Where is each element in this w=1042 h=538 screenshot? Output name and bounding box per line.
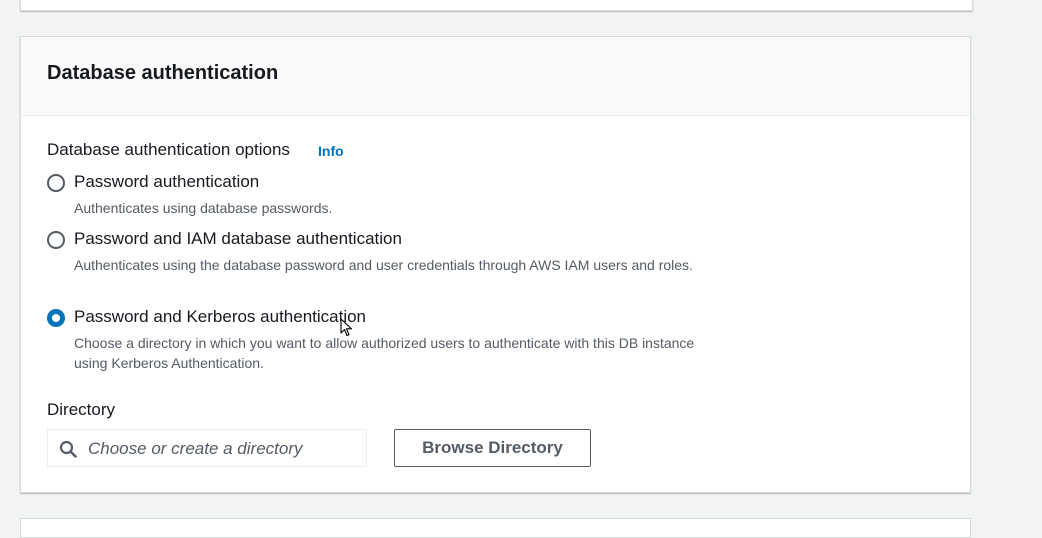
database-authentication-panel: Database authentication Database authent…	[20, 36, 971, 493]
radio-password-kerberos-description: Choose a directory in which you want to …	[74, 335, 695, 371]
directory-search-placeholder: Choose or create a directory	[88, 439, 303, 458]
info-link[interactable]: Info	[318, 143, 344, 159]
auth-options-label: Database authentication options	[47, 140, 290, 159]
radio-password-iam-label[interactable]: Password and IAM database authentication	[74, 229, 402, 249]
search-icon	[59, 440, 77, 458]
radio-password-description: Authenticates using database passwords.	[74, 200, 333, 216]
panel-header: Database authentication	[21, 37, 970, 116]
next-section-card	[20, 518, 971, 538]
panel-title: Database authentication	[47, 62, 279, 84]
directory-label: Directory	[47, 400, 116, 419]
radio-password-kerberos-label[interactable]: Password and Kerberos authentication	[74, 307, 366, 327]
radio-password[interactable]	[47, 174, 65, 192]
radio-password-iam-description: Authenticates using the database passwor…	[74, 257, 693, 273]
previous-section-card	[20, 0, 973, 11]
radio-password-iam[interactable]	[47, 231, 65, 249]
radio-password-kerberos[interactable]	[47, 309, 65, 327]
browse-directory-button[interactable]: Browse Directory	[394, 429, 591, 467]
radio-password-label[interactable]: Password authentication	[74, 172, 259, 192]
directory-search-input[interactable]: Choose or create a directory	[47, 429, 367, 467]
